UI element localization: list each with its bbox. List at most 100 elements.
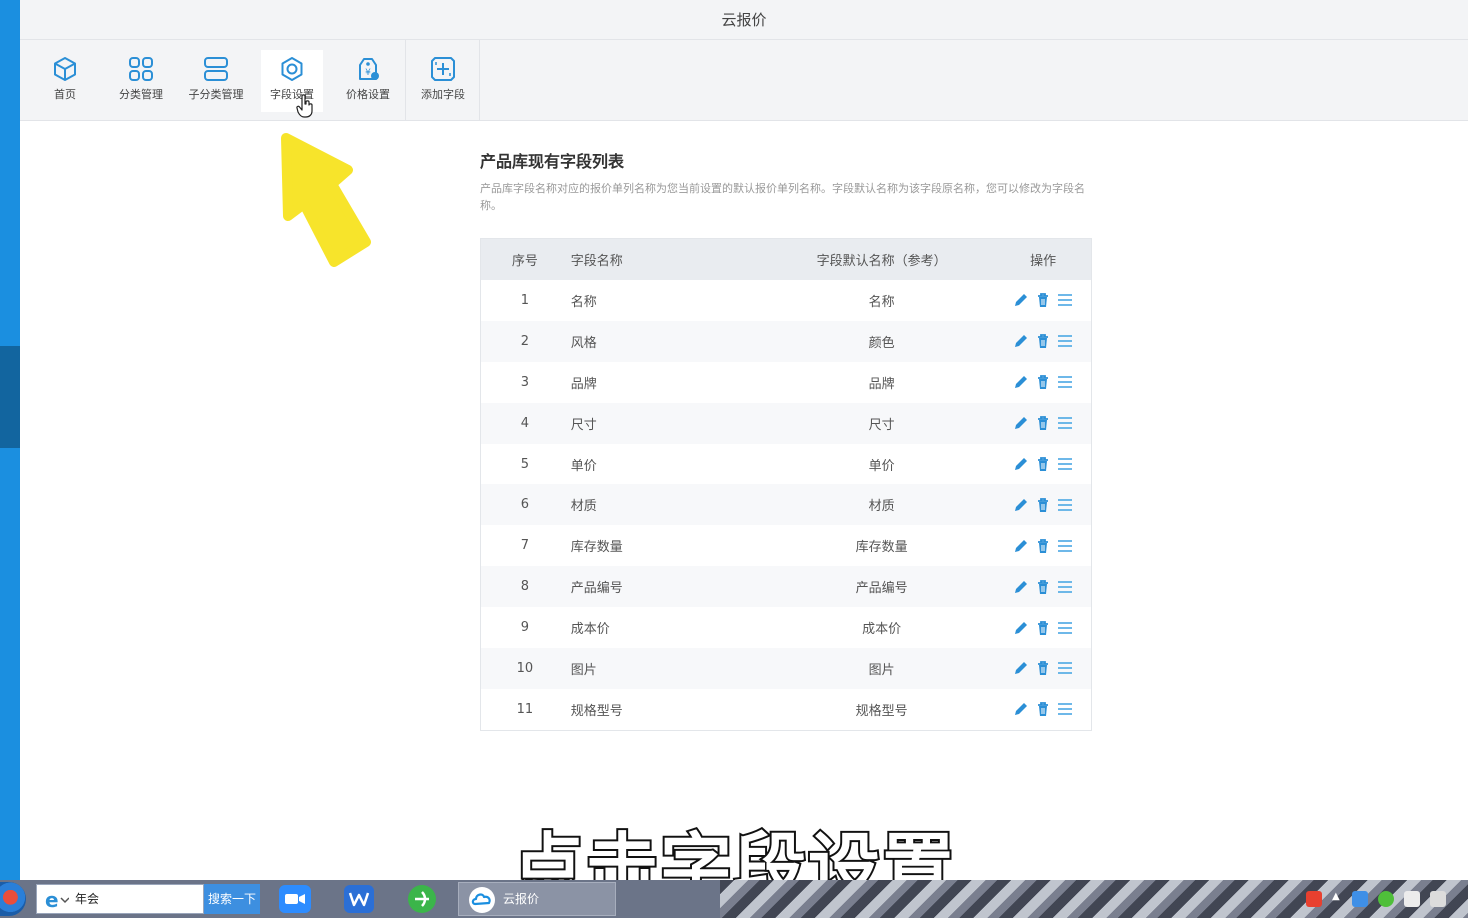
row-field-name: 单价 xyxy=(570,458,597,474)
sort-handle[interactable] xyxy=(1057,701,1073,717)
delete-icon xyxy=(1038,457,1049,471)
window-titlebar: 云报价 xyxy=(20,0,1468,40)
edit-button[interactable] xyxy=(1013,579,1029,595)
input-method-icon[interactable] xyxy=(1306,891,1322,907)
table-row: 9 成本价 成本价 xyxy=(481,607,1091,648)
sort-handle[interactable] xyxy=(1057,456,1073,472)
delete-icon xyxy=(1038,416,1049,431)
row-field-name: 成本价 xyxy=(570,622,610,638)
row-actions xyxy=(995,415,1091,431)
sort-handle-icon xyxy=(1058,580,1073,593)
edit-icon xyxy=(1015,376,1028,389)
delete-button[interactable] xyxy=(1035,292,1051,308)
taskbar-search-button[interactable]: 搜索一下 xyxy=(204,884,260,914)
delete-button[interactable] xyxy=(1035,538,1051,554)
toolbar-price-settings-button[interactable]: ¥ 价格设置 xyxy=(337,50,399,112)
rows-icon xyxy=(204,57,228,81)
wps-w-icon xyxy=(344,885,374,913)
delete-button[interactable] xyxy=(1035,415,1051,431)
display-icon[interactable] xyxy=(1352,891,1368,907)
edit-icon xyxy=(1015,294,1028,307)
row-default-name: 库存数量 xyxy=(855,540,908,556)
row-field-name: 尺寸 xyxy=(570,417,597,433)
sort-handle-icon xyxy=(1058,621,1073,634)
table-row: 7 库存数量 库存数量 xyxy=(481,525,1091,566)
edit-button[interactable] xyxy=(1013,538,1029,554)
delete-icon xyxy=(1038,538,1049,553)
row-default-name: 材质 xyxy=(868,499,895,515)
edit-icon xyxy=(1015,662,1028,675)
row-field-name: 规格型号 xyxy=(570,703,623,719)
sort-handle[interactable] xyxy=(1057,415,1073,431)
row-actions xyxy=(995,497,1091,513)
taskbar-search-input[interactable]: e 年会 xyxy=(36,884,204,914)
delete-button[interactable] xyxy=(1035,456,1051,472)
edit-icon xyxy=(1015,580,1028,593)
header-name: 字段名称 xyxy=(570,254,623,269)
row-field-name: 品牌 xyxy=(570,376,597,392)
edit-button[interactable] xyxy=(1013,660,1029,676)
taskbar-active-task-label: 云报价 xyxy=(503,892,540,906)
toolbar-subcategory-button[interactable]: 子分类管理 xyxy=(185,50,247,112)
cube-icon xyxy=(54,57,76,81)
table-header: 序号 字段名称 字段默认名称（参考） 操作 xyxy=(481,239,1091,280)
delete-icon xyxy=(1038,334,1049,349)
security-icon[interactable] xyxy=(1378,891,1394,907)
tray-expand-icon[interactable]: ▲ xyxy=(1332,891,1342,907)
field-list-section: 产品库现有字段列表 产品库字段名称对应的报价单列名称为您当前设置的默认报价单列名… xyxy=(480,140,1092,214)
delete-icon xyxy=(1038,702,1049,717)
gear-icon xyxy=(281,57,303,81)
row-actions xyxy=(995,374,1091,390)
edit-button[interactable] xyxy=(1013,456,1029,472)
browser-e-icon: e xyxy=(45,890,69,910)
sort-handle[interactable] xyxy=(1057,333,1073,349)
edit-button[interactable] xyxy=(1013,701,1029,717)
row-actions xyxy=(995,292,1091,308)
sort-handle[interactable] xyxy=(1057,497,1073,513)
delete-button[interactable] xyxy=(1035,660,1051,676)
volume-muted-icon[interactable] xyxy=(1430,891,1446,907)
svg-text:e: e xyxy=(45,890,59,910)
taskbar-active-task[interactable]: 云报价 xyxy=(458,882,616,916)
toolbar-category-button[interactable]: 分类管理 xyxy=(110,50,172,112)
row-actions xyxy=(995,660,1091,676)
sort-handle[interactable] xyxy=(1057,579,1073,595)
row-default-name: 单价 xyxy=(868,458,895,474)
row-no: 8 xyxy=(520,579,529,595)
edit-icon xyxy=(1015,498,1028,511)
sort-handle[interactable] xyxy=(1057,538,1073,554)
delete-button[interactable] xyxy=(1035,620,1051,636)
edit-button[interactable] xyxy=(1013,333,1029,349)
clipboard-icon[interactable] xyxy=(1404,891,1420,907)
edit-button[interactable] xyxy=(1013,292,1029,308)
taskbar-browser-app[interactable] xyxy=(395,882,449,916)
edit-button[interactable] xyxy=(1013,497,1029,513)
row-no: 11 xyxy=(516,701,534,717)
delete-button[interactable] xyxy=(1035,579,1051,595)
delete-button[interactable] xyxy=(1035,374,1051,390)
sort-handle[interactable] xyxy=(1057,620,1073,636)
edit-icon xyxy=(1015,417,1028,430)
row-default-name: 成本价 xyxy=(862,622,902,638)
taskbar-meeting-app[interactable] xyxy=(268,882,322,916)
system-tray: ▲ xyxy=(1306,886,1446,912)
sort-handle[interactable] xyxy=(1057,374,1073,390)
sort-handle[interactable] xyxy=(1057,660,1073,676)
edit-button[interactable] xyxy=(1013,415,1029,431)
video-camera-icon xyxy=(279,885,311,913)
delete-button[interactable] xyxy=(1035,333,1051,349)
row-no: 1 xyxy=(520,292,529,308)
row-actions xyxy=(995,701,1091,717)
toolbar-add-field-button[interactable]: 添加字段 xyxy=(412,50,474,112)
edit-icon xyxy=(1015,621,1028,634)
edit-button[interactable] xyxy=(1013,374,1029,390)
sort-handle-icon xyxy=(1058,335,1073,348)
delete-button[interactable] xyxy=(1035,497,1051,513)
taskbar-wps-app[interactable] xyxy=(332,882,386,916)
delete-button[interactable] xyxy=(1035,701,1051,717)
sort-handle[interactable] xyxy=(1057,292,1073,308)
delete-icon xyxy=(1038,497,1049,512)
edit-button[interactable] xyxy=(1013,620,1029,636)
row-field-name: 库存数量 xyxy=(570,540,623,556)
toolbar-home-button[interactable]: 首页 xyxy=(34,50,96,112)
